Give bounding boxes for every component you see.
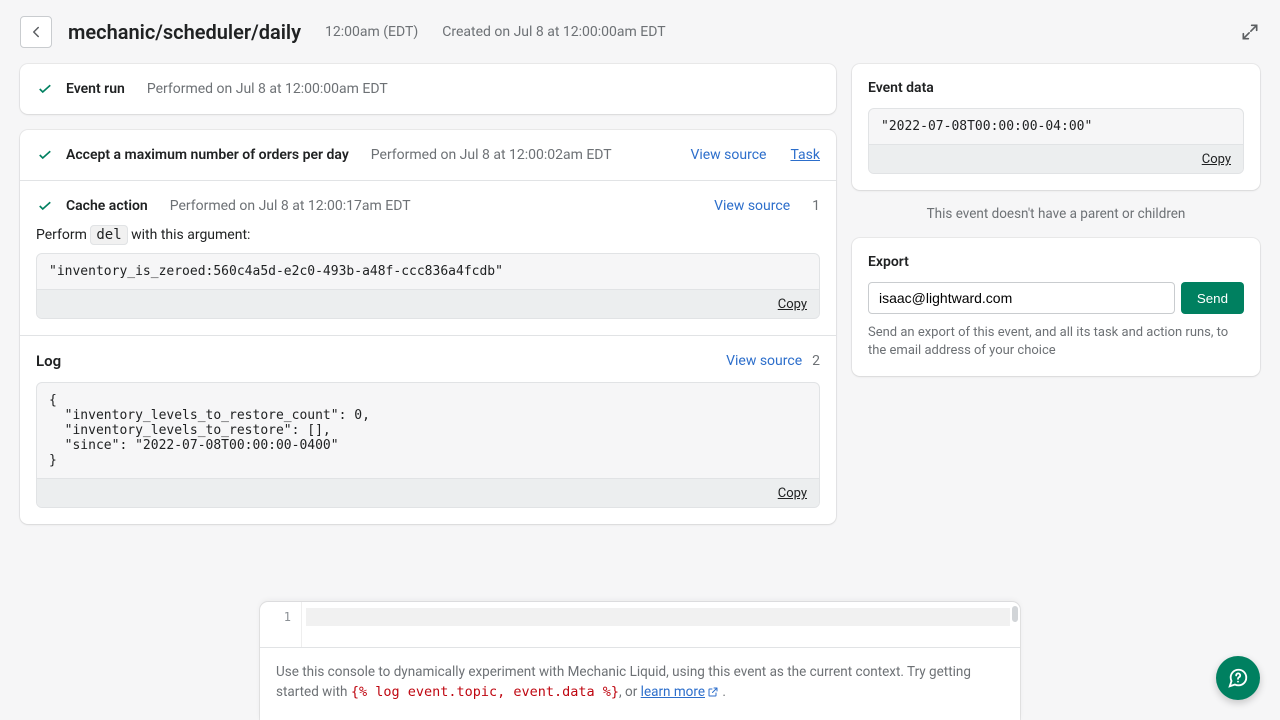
task-view-source-link[interactable]: View source <box>690 147 766 163</box>
console-snippet[interactable]: {% log event.topic, event.data %} <box>351 684 619 700</box>
chat-help-icon <box>1227 667 1249 689</box>
event-run-title: Event run <box>66 81 125 97</box>
event-run-card: Event run Performed on Jul 8 at 12:00:00… <box>20 64 836 114</box>
event-created: Created on Jul 8 at 12:00:00am EDT <box>442 24 665 40</box>
event-data-card: Event data "2022-07-08T00:00:00-04:00" C… <box>852 64 1260 190</box>
console-help-text-b: , or <box>619 684 641 700</box>
cache-argument-box: "inventory_is_zeroed:560c4a5d-e2c0-493b-… <box>36 253 820 319</box>
console-help-period: . <box>719 684 726 700</box>
console-learn-more-link[interactable]: learn more <box>641 684 719 700</box>
cache-perform-line: Perform del with this argument: <box>36 227 820 243</box>
event-run-meta: Performed on Jul 8 at 12:00:00am EDT <box>147 81 388 97</box>
export-help-text: Send an export of this event, and all it… <box>868 324 1244 360</box>
console-line-number: 1 <box>260 602 302 647</box>
page-title: mechanic/scheduler/daily <box>68 20 301 44</box>
arrow-left-icon <box>27 23 45 41</box>
cache-copy-button[interactable]: Copy <box>778 297 807 312</box>
task-link[interactable]: Task <box>790 147 820 163</box>
expand-icon <box>1240 22 1260 42</box>
console-scrollbar[interactable] <box>1012 606 1018 622</box>
event-data-copy-button[interactable]: Copy <box>1202 152 1231 167</box>
event-data-title: Event data <box>852 64 1260 108</box>
cache-view-source-link[interactable]: View source <box>714 198 790 214</box>
log-body: { "inventory_levels_to_restore_count": 0… <box>37 383 819 478</box>
expand-button[interactable] <box>1240 22 1260 42</box>
console-help: Use this console to dynamically experime… <box>260 648 1020 720</box>
help-fab-button[interactable] <box>1216 656 1260 700</box>
export-card: Export Send Send an export of this event… <box>852 238 1260 376</box>
log-copy-button[interactable]: Copy <box>778 486 807 501</box>
log-box: { "inventory_levels_to_restore_count": 0… <box>36 382 820 508</box>
cache-count: 1 <box>812 198 820 214</box>
cache-action-meta: Performed on Jul 8 at 12:00:17am EDT <box>170 198 411 214</box>
cache-perform-code: del <box>90 225 127 245</box>
task-title: Accept a maximum number of orders per da… <box>66 147 349 163</box>
cache-argument-value: "inventory_is_zeroed:560c4a5d-e2c0-493b-… <box>37 254 819 289</box>
check-icon <box>36 146 54 164</box>
export-send-button[interactable]: Send <box>1181 282 1244 314</box>
event-data-box: "2022-07-08T00:00:00-04:00" Copy <box>868 108 1244 174</box>
check-icon <box>36 197 54 215</box>
task-card: Accept a maximum number of orders per da… <box>20 130 836 524</box>
event-time: 12:00am (EDT) <box>325 24 418 40</box>
log-count: 2 <box>812 353 820 369</box>
page-header: mechanic/scheduler/daily 12:00am (EDT) C… <box>0 0 1280 64</box>
event-data-value: "2022-07-08T00:00:00-04:00" <box>869 109 1243 144</box>
cache-action-title: Cache action <box>66 198 148 214</box>
back-button[interactable] <box>20 16 52 48</box>
log-title: Log <box>36 352 61 370</box>
export-title: Export <box>852 238 1260 282</box>
log-view-source-link[interactable]: View source <box>726 353 802 369</box>
console-panel: 1 Use this console to dynamically experi… <box>260 602 1020 720</box>
cache-perform-prefix: Perform <box>36 227 90 243</box>
check-icon <box>36 80 54 98</box>
event-parent-info: This event doesn't have a parent or chil… <box>852 206 1260 222</box>
export-email-input[interactable] <box>868 282 1175 314</box>
task-meta: Performed on Jul 8 at 12:00:02am EDT <box>371 147 612 163</box>
console-editor[interactable]: 1 <box>260 602 1020 648</box>
console-current-line <box>306 608 1010 626</box>
cache-perform-suffix: with this argument: <box>128 227 251 243</box>
external-link-icon <box>707 684 719 704</box>
